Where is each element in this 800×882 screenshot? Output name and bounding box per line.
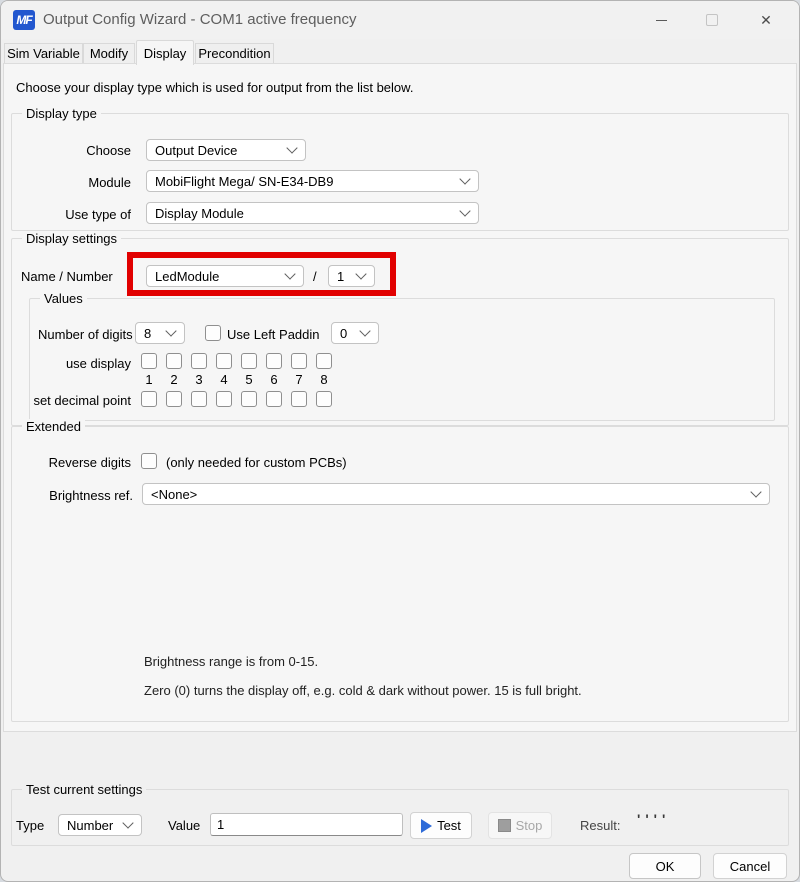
result-label: Result: xyxy=(580,818,620,833)
digit-number-label: 2 xyxy=(166,372,182,387)
tab-sim-variable[interactable]: Sim Variable xyxy=(4,43,83,64)
use-display-checkbox-2[interactable] xyxy=(166,353,182,369)
stop-button-label: Stop xyxy=(516,818,543,833)
padding-chars-value: 0 xyxy=(340,326,347,341)
use-display-checkbox-1[interactable] xyxy=(141,353,157,369)
chevron-down-icon xyxy=(359,325,370,336)
use-display-checkbox-8[interactable] xyxy=(316,353,332,369)
display-settings-legend: Display settings xyxy=(22,231,121,246)
use-display-checkbox-6[interactable] xyxy=(266,353,282,369)
maximize-icon xyxy=(706,14,718,26)
minimize-icon xyxy=(656,20,667,21)
test-button-label: Test xyxy=(437,818,461,833)
type-label: Type xyxy=(16,818,44,833)
use-display-label: use display xyxy=(31,356,131,371)
decimal-point-checkbox-4[interactable] xyxy=(216,391,232,407)
display-type-legend: Display type xyxy=(22,106,101,121)
decimal-point-checkbox-2[interactable] xyxy=(166,391,182,407)
digit-number-label: 4 xyxy=(216,372,232,387)
output-config-wizard-window: MF Output Config Wizard - COM1 active fr… xyxy=(0,0,800,882)
play-icon xyxy=(421,819,432,833)
padding-chars-select[interactable]: 0 xyxy=(331,322,379,344)
values-legend: Values xyxy=(40,291,87,306)
digit-number-label: 6 xyxy=(266,372,282,387)
module-select-value: MobiFlight Mega/ SN-E34-DB9 xyxy=(155,174,333,189)
tab-precondition[interactable]: Precondition xyxy=(195,43,274,64)
brightness-note-1: Brightness range is from 0-15. xyxy=(144,654,318,669)
choose-label: Choose xyxy=(31,143,131,158)
digit-number-label: 8 xyxy=(316,372,332,387)
choose-select[interactable]: Output Device xyxy=(146,139,306,161)
module-select[interactable]: MobiFlight Mega/ SN-E34-DB9 xyxy=(146,170,479,192)
tab-display[interactable]: Display xyxy=(136,40,194,65)
maximize-button[interactable] xyxy=(687,1,737,39)
ok-button-label: OK xyxy=(656,859,675,874)
number-of-digits-label: Number of digits xyxy=(38,327,133,342)
tab-modify[interactable]: Modify xyxy=(83,43,135,64)
number-of-digits-select[interactable]: 8 xyxy=(135,322,185,344)
stop-button[interactable]: Stop xyxy=(488,812,552,839)
use-left-padding-label: Use Left Paddin xyxy=(227,327,320,342)
extended-group: Extended xyxy=(11,426,789,722)
window-title: Output Config Wizard - COM1 active frequ… xyxy=(43,11,356,28)
brightness-note-2: Zero (0) turns the display off, e.g. col… xyxy=(144,683,582,698)
use-type-select[interactable]: Display Module xyxy=(146,202,479,224)
set-decimal-point-label: set decimal point xyxy=(21,393,131,408)
decimal-point-checkbox-1[interactable] xyxy=(141,391,157,407)
use-display-checkbox-3[interactable] xyxy=(191,353,207,369)
chevron-down-icon xyxy=(459,173,470,184)
chevron-down-icon xyxy=(165,325,176,336)
value-label: Value xyxy=(168,818,200,833)
minimize-button[interactable] xyxy=(636,1,686,39)
use-display-checkbox-4[interactable] xyxy=(216,353,232,369)
use-display-checkbox-5[interactable] xyxy=(241,353,257,369)
cancel-button[interactable]: Cancel xyxy=(713,853,787,879)
result-value: '''' xyxy=(637,811,670,827)
test-value-input[interactable] xyxy=(210,813,403,836)
annotation-highlight xyxy=(127,252,396,296)
decimal-point-checkbox-3[interactable] xyxy=(191,391,207,407)
number-of-digits-value: 8 xyxy=(144,326,151,341)
choose-select-value: Output Device xyxy=(155,143,237,158)
test-type-value: Number xyxy=(67,818,113,833)
brightness-ref-select[interactable]: <None> xyxy=(142,483,770,505)
stop-icon xyxy=(498,819,511,832)
use-display-checkbox-7[interactable] xyxy=(291,353,307,369)
module-label: Module xyxy=(31,175,131,190)
chevron-down-icon xyxy=(459,205,470,216)
page-description: Choose your display type which is used f… xyxy=(16,80,413,95)
digit-number-label: 3 xyxy=(191,372,207,387)
digit-number-label: 1 xyxy=(141,372,157,387)
decimal-point-checkbox-7[interactable] xyxy=(291,391,307,407)
brightness-ref-value: <None> xyxy=(151,487,197,502)
digit-number-label: 5 xyxy=(241,372,257,387)
use-left-padding-checkbox[interactable] xyxy=(205,325,221,341)
digit-number-label: 7 xyxy=(291,372,307,387)
decimal-point-checkbox-8[interactable] xyxy=(316,391,332,407)
decimal-point-checkbox-6[interactable] xyxy=(266,391,282,407)
close-button[interactable]: ✕ xyxy=(738,1,794,39)
test-type-select[interactable]: Number xyxy=(58,814,142,836)
close-icon: ✕ xyxy=(760,12,772,29)
test-settings-legend: Test current settings xyxy=(22,782,146,797)
cancel-button-label: Cancel xyxy=(730,859,770,874)
mobiflight-logo-icon: MF xyxy=(13,10,35,30)
extended-legend: Extended xyxy=(22,419,85,434)
reverse-digits-checkbox[interactable] xyxy=(141,453,157,469)
chevron-down-icon xyxy=(122,817,133,828)
chevron-down-icon xyxy=(750,486,761,497)
test-button[interactable]: Test xyxy=(410,812,472,839)
title-bar[interactable]: MF Output Config Wizard - COM1 active fr… xyxy=(1,1,799,39)
brightness-ref-label: Brightness ref. xyxy=(33,488,133,503)
reverse-digits-hint: (only needed for custom PCBs) xyxy=(166,455,347,470)
chevron-down-icon xyxy=(286,142,297,153)
decimal-point-checkbox-5[interactable] xyxy=(241,391,257,407)
name-number-label: Name / Number xyxy=(21,269,113,284)
reverse-digits-label: Reverse digits xyxy=(31,455,131,470)
use-type-select-value: Display Module xyxy=(155,206,244,221)
ok-button[interactable]: OK xyxy=(629,853,701,879)
use-type-label: Use type of xyxy=(31,207,131,222)
